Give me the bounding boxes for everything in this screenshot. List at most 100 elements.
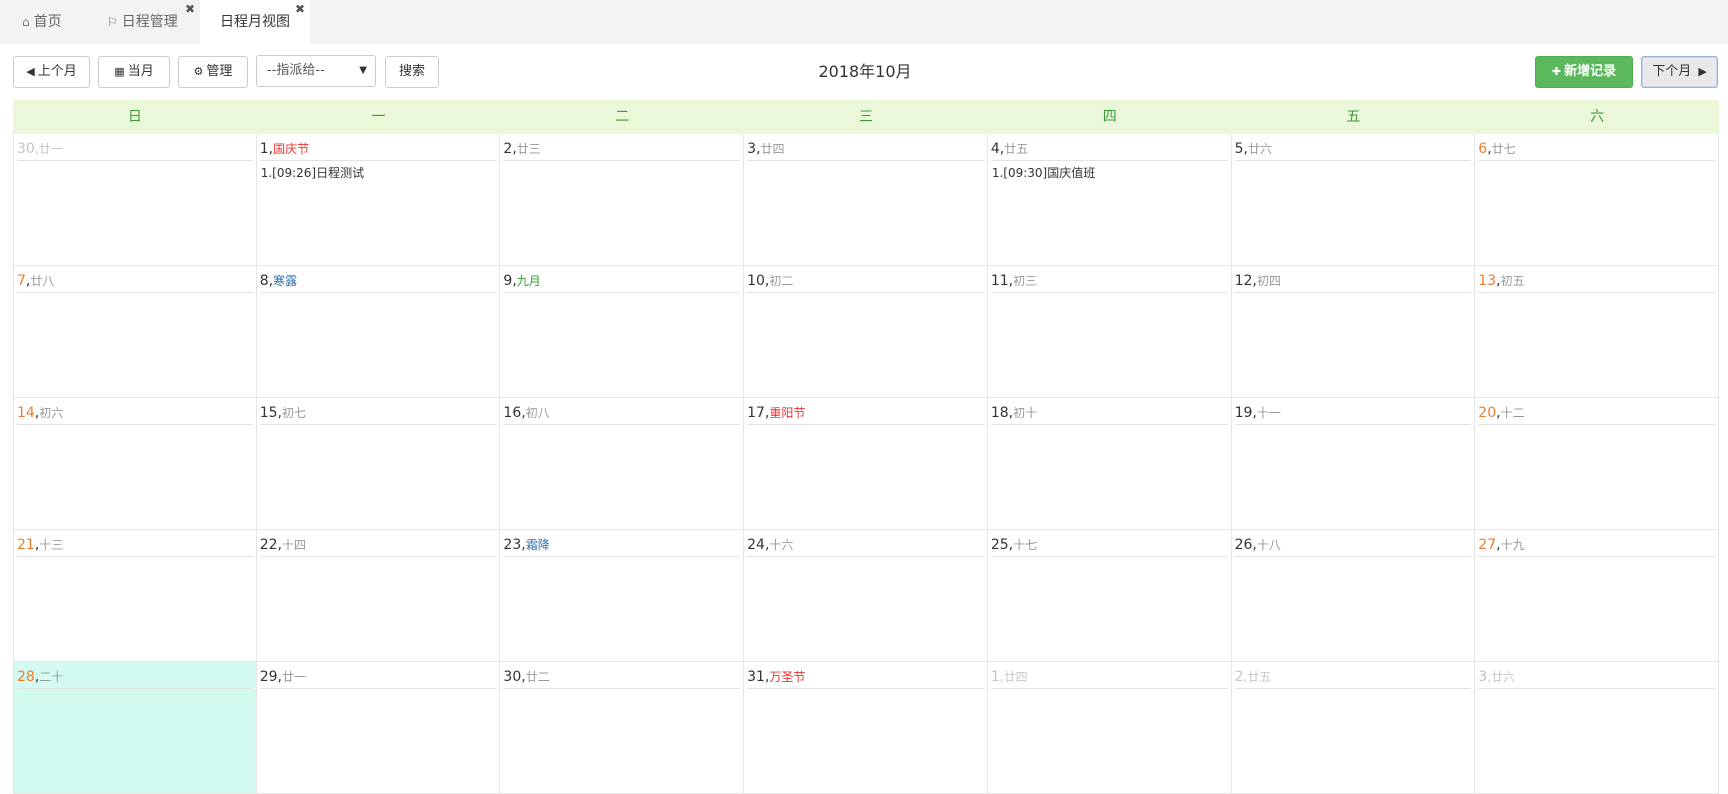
lunar-date: 廿一 xyxy=(281,670,306,684)
day-cell[interactable]: 19,十一 xyxy=(1231,398,1476,530)
lunar-date: 廿八 xyxy=(30,274,55,288)
day-cell[interactable]: 15,初七 xyxy=(256,398,501,530)
weekday-label: 六 xyxy=(1590,109,1605,125)
lunar-date: 廿六 xyxy=(1247,142,1272,156)
day-header: 27,十九 xyxy=(1478,534,1715,557)
day-header: 6,廿七 xyxy=(1478,138,1715,161)
day-header: 11,初三 xyxy=(990,270,1228,293)
day-cell[interactable]: 12,初四 xyxy=(1231,266,1476,398)
day-cell[interactable]: 23,霜降 xyxy=(500,530,745,662)
day-number: 3 xyxy=(1478,669,1488,685)
day-header: 24,十六 xyxy=(747,534,984,557)
day-cell[interactable]: 8,寒露 xyxy=(256,266,501,398)
tab-label: 日程管理 xyxy=(121,14,178,30)
day-header: 31,万圣节 xyxy=(747,666,984,689)
close-icon[interactable]: ✖ xyxy=(185,2,195,16)
day-cell[interactable]: 6,廿七 xyxy=(1475,134,1719,266)
day-cell[interactable]: 17,重阳节 xyxy=(744,398,988,530)
day-cell[interactable]: 26,十八 xyxy=(1231,530,1476,662)
day-number: 10 xyxy=(747,273,765,289)
day-header: 5,廿六 xyxy=(1234,138,1472,161)
day-cell[interactable]: 24,十六 xyxy=(744,530,988,662)
bookmark-icon: ⚐ xyxy=(107,15,118,29)
day-cell[interactable]: 2,廿五 xyxy=(1231,662,1476,794)
manage-button[interactable]: ⚙ 管理 xyxy=(178,56,248,88)
day-cell[interactable]: 13,初五 xyxy=(1475,266,1719,398)
day-cell[interactable]: 31,万圣节 xyxy=(744,662,988,794)
day-cell[interactable]: 16,初八 xyxy=(500,398,745,530)
day-number: 21 xyxy=(17,537,35,553)
tab-schedule-manage[interactable]: ⚐ 日程管理 ✖ xyxy=(97,0,200,44)
day-number: 2 xyxy=(503,141,513,157)
day-header: 1,廿四 xyxy=(990,666,1228,689)
prev-month-button[interactable]: ◀ 上个月 xyxy=(13,56,90,88)
day-number: 18 xyxy=(990,405,1009,421)
day-header: 12,初四 xyxy=(1234,270,1472,293)
tab-month-view[interactable]: 日程月视图 ✖ xyxy=(200,0,310,44)
lunar-date: 十八 xyxy=(1256,538,1281,552)
day-cell[interactable]: 7,廿八 xyxy=(13,266,257,398)
day-number: 11 xyxy=(990,273,1009,289)
current-month-button[interactable]: ▦ 当月 xyxy=(98,56,170,88)
day-number: 27 xyxy=(1478,537,1497,553)
day-cell[interactable]: 28,二十 xyxy=(13,662,257,794)
weekday-header: 日一二三四五六 xyxy=(13,100,1719,134)
day-number: 30 xyxy=(17,141,35,157)
day-cell[interactable]: 21,十三 xyxy=(13,530,257,662)
day-cell[interactable]: 11,初三 xyxy=(987,266,1232,398)
caret-down-icon: ▼ xyxy=(359,65,367,76)
day-cell[interactable]: 29,廿一 xyxy=(256,662,501,794)
day-cell[interactable]: 20,十二 xyxy=(1475,398,1719,530)
day-cell[interactable]: 4,廿五 1.[09:30]国庆值班 xyxy=(987,134,1232,266)
search-button[interactable]: 搜索 xyxy=(385,56,439,88)
tab-home[interactable]: ⌂ 首页 xyxy=(10,0,95,44)
schedule-event[interactable]: 1.[09:26]日程测试 xyxy=(261,164,364,181)
day-number: 25 xyxy=(990,537,1009,553)
day-cell[interactable]: 3,廿六 xyxy=(1475,662,1719,794)
lunar-date: 十六 xyxy=(769,538,794,552)
day-cell[interactable]: 30,廿二 xyxy=(500,662,745,794)
day-header: 13,初五 xyxy=(1478,270,1715,293)
day-number: 1 xyxy=(990,669,1000,685)
day-cell[interactable]: 18,初十 xyxy=(987,398,1232,530)
lunar-date: 霜降 xyxy=(525,538,550,552)
day-number: 30 xyxy=(503,669,522,685)
assign-to-select[interactable]: --指派给-- ▼ xyxy=(256,55,376,87)
day-number: 24 xyxy=(747,537,765,553)
day-cell[interactable]: 1,廿四 xyxy=(987,662,1232,794)
day-header: 1,国庆节 xyxy=(259,138,497,161)
day-cell[interactable]: 3,廿四 xyxy=(744,134,988,266)
day-number: 16 xyxy=(503,405,522,421)
lunar-date: 初二 xyxy=(769,274,794,288)
close-icon[interactable]: ✖ xyxy=(295,2,305,16)
day-cell[interactable]: 2,廿三 xyxy=(500,134,745,266)
day-number: 17 xyxy=(747,405,765,421)
day-cell[interactable]: 30,廿一 xyxy=(13,134,257,266)
day-number: 31 xyxy=(747,669,765,685)
day-number: 20 xyxy=(1478,405,1497,421)
schedule-event[interactable]: 1.[09:30]国庆值班 xyxy=(992,164,1095,181)
day-cell[interactable]: 14,初六 xyxy=(13,398,257,530)
add-record-button[interactable]: ✚ 新增记录 xyxy=(1535,56,1633,88)
button-label: 搜索 xyxy=(398,64,425,79)
weekday-label: 四 xyxy=(1102,109,1117,125)
lunar-date: 廿六 xyxy=(1491,670,1516,684)
day-header: 18,初十 xyxy=(990,402,1228,425)
next-month-button[interactable]: 下个月 ▶ xyxy=(1641,56,1718,88)
day-header: 16,初八 xyxy=(503,402,741,425)
day-cell[interactable]: 27,十九 xyxy=(1475,530,1719,662)
toolbar: ◀ 上个月 ▦ 当月 ⚙ 管理 --指派给-- ▼ 搜索 2018年10月 ✚ 新增记录… xyxy=(0,44,1728,100)
select-value: --指派给-- xyxy=(267,63,325,78)
day-cell[interactable]: 25,十七 xyxy=(987,530,1232,662)
day-number: 26 xyxy=(1234,537,1253,553)
day-cell[interactable]: 10,初二 xyxy=(744,266,988,398)
day-cell[interactable]: 1,国庆节 1.[09:26]日程测试 xyxy=(256,134,501,266)
button-label: 新增记录 xyxy=(1564,64,1617,79)
day-header: 15,初七 xyxy=(259,402,497,425)
day-cell[interactable]: 22,十四 xyxy=(256,530,501,662)
lunar-date: 十九 xyxy=(1500,538,1525,552)
day-cell[interactable]: 9,九月 xyxy=(500,266,745,398)
day-cell[interactable]: 5,廿六 xyxy=(1231,134,1476,266)
day-number: 9 xyxy=(503,273,513,289)
lunar-date: 十四 xyxy=(281,538,306,552)
